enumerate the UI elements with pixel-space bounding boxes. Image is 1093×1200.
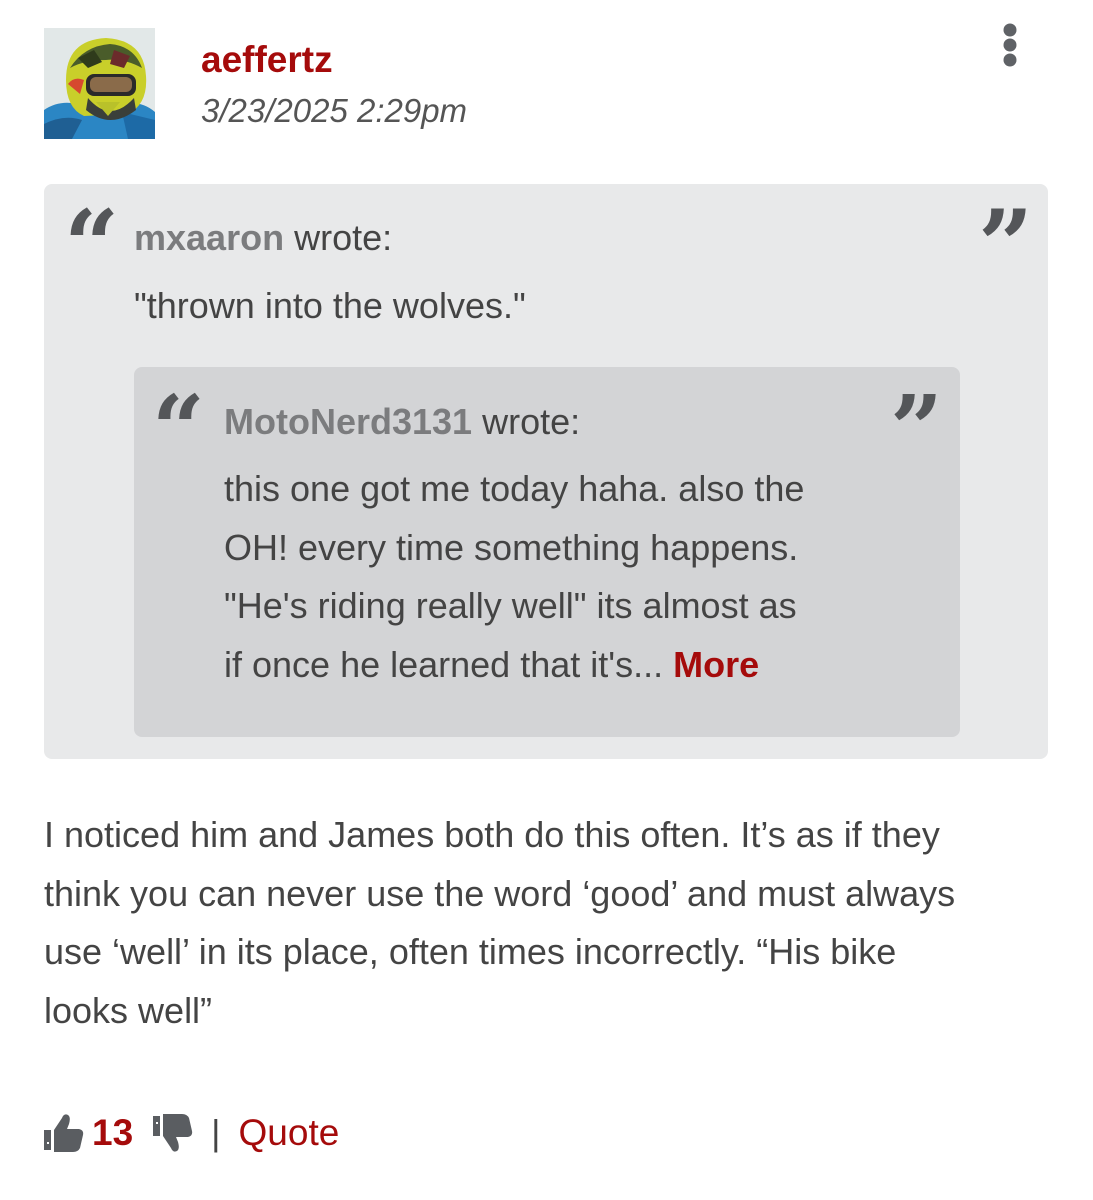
quote-text: this one got me today haha. also the OH!… <box>224 460 924 694</box>
post-timestamp: 3/23/2025 2:29pm <box>201 92 468 129</box>
quote-author-link[interactable]: MotoNerd3131 <box>224 401 472 442</box>
quote-line-text: if once he learned that it's... <box>224 643 664 685</box>
quote-line: OH! every time something happens. <box>224 526 799 568</box>
open-quote-icon: “ <box>64 189 120 302</box>
quote-line: "He's riding really well" its almost as <box>224 585 797 626</box>
helmet-avatar-image <box>44 28 155 139</box>
post-body-line: think you can never use the word ‘good’ … <box>44 872 956 914</box>
quote-button[interactable]: Quote <box>239 1112 340 1154</box>
quote-block-outer: “ ” mxaaron wrote: "thrown into the wolv… <box>44 184 1048 759</box>
open-quote-icon: “ <box>152 375 205 483</box>
thumbs-up-icon[interactable] <box>44 1112 84 1154</box>
close-quote-icon: ” <box>978 189 1034 302</box>
upvote-count: 13 <box>92 1112 134 1153</box>
quote-header: mxaaron wrote: <box>134 217 392 259</box>
post-footer: 13 | Quote <box>44 1108 339 1158</box>
more-link[interactable]: More <box>673 644 759 685</box>
quote-header: MotoNerd3131 wrote: <box>224 401 580 443</box>
post-body-line: looks well” <box>44 989 213 1031</box>
wrote-label: wrote: <box>482 401 581 442</box>
footer-divider: | <box>211 1112 221 1153</box>
post-body-line: use ‘well’ in its place, often times inc… <box>44 931 897 972</box>
post-author-link[interactable]: aeffertz <box>201 39 333 81</box>
quote-line: if once he learned that it's... More <box>224 636 924 695</box>
vertical-ellipsis-icon[interactable] <box>988 20 1032 70</box>
forum-post: aeffertz 3/23/2025 2:29pm “ ” mxaaron wr… <box>0 0 1093 1200</box>
quote-author-link[interactable]: mxaaron <box>134 217 284 258</box>
thumbs-down-icon[interactable] <box>153 1112 193 1154</box>
quote-block-inner: “ ” MotoNerd3131 wrote: this one got me … <box>134 367 960 737</box>
post-body-line: I noticed him and James both do this oft… <box>44 814 940 855</box>
avatar[interactable] <box>44 28 155 139</box>
wrote-label: wrote: <box>294 217 393 258</box>
post-body: I noticed him and James both do this oft… <box>44 806 1054 1040</box>
quote-line: this one got me today haha. also the <box>224 468 805 509</box>
quote-text: "thrown into the wolves." <box>134 285 526 326</box>
